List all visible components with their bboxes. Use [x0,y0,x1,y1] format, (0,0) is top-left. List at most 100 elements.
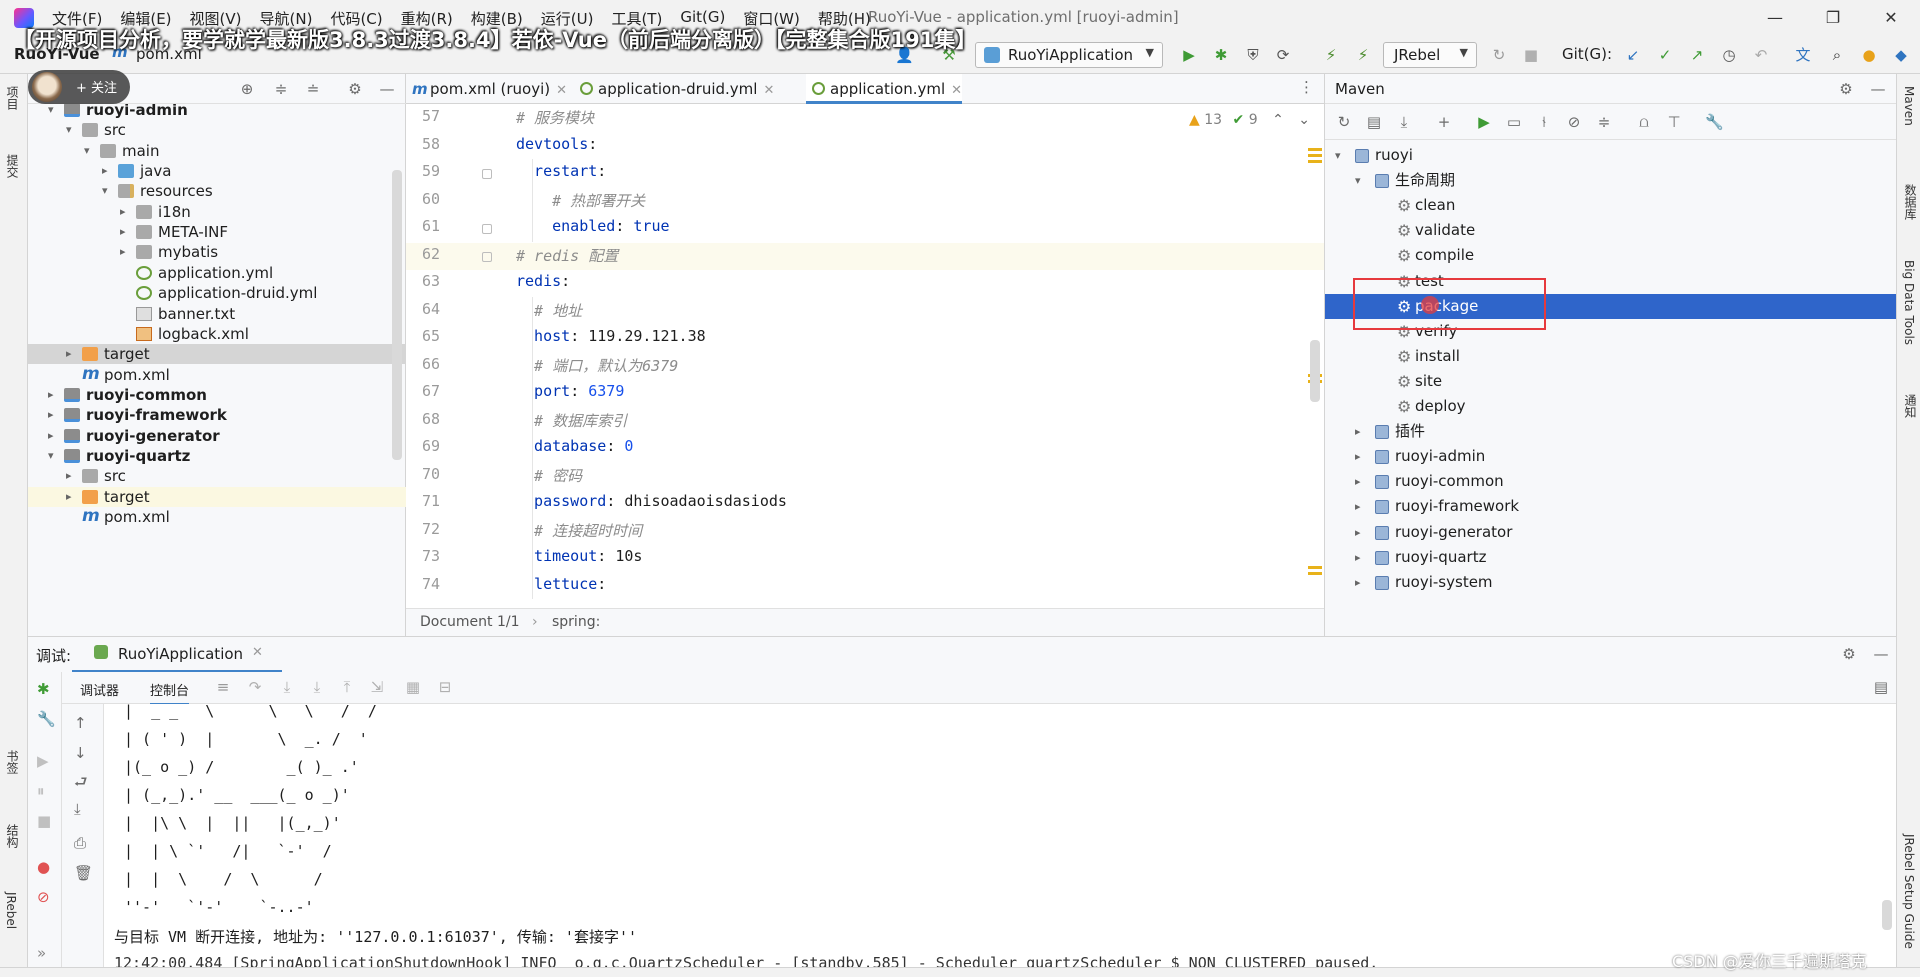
rollback-icon[interactable]: ↶ [1752,46,1770,64]
chevron-right-icon[interactable]: ▸ [120,242,126,262]
run-to-cursor-icon[interactable]: ⇲ [368,678,386,696]
chevron-right-icon[interactable]: ▸ [120,222,126,242]
warning-marker[interactable] [1308,154,1322,157]
jetbrains-toolbox-icon[interactable]: ◆ [1892,46,1910,64]
toggle-offline-icon[interactable]: ⫮ [1535,113,1553,131]
update-icon[interactable]: ● [1860,46,1878,64]
yaml-path[interactable]: spring: [552,614,600,630]
run-icon[interactable]: ▶ [1180,46,1198,64]
project-tree-item[interactable]: banner.txt [28,304,406,324]
settings-gear-icon[interactable]: ⚙ [346,80,364,98]
fold-marker-icon[interactable] [482,169,492,179]
force-step-into-icon[interactable]: ⤓ [308,678,326,696]
chevron-right-icon[interactable]: ▸ [1355,545,1361,570]
close-tab-icon[interactable]: ✕ [252,645,263,660]
project-tree-item[interactable]: m pom.xml [28,364,406,385]
wrench-icon[interactable]: 🔧 [1705,113,1724,131]
project-tree-item[interactable]: ▾ src [28,120,406,140]
project-tree-item[interactable]: ▸ ruoyi-framework [28,405,406,425]
code-line[interactable]: redis: [516,272,570,290]
trace-icon[interactable]: ⊟ [436,678,454,696]
project-tree-item[interactable]: ▸ mybatis [28,242,406,262]
jrebel-setup-guide-tab[interactable]: JRebel Setup Guide [1902,834,1916,949]
chevron-down-icon[interactable]: ▾ [84,141,90,161]
close-tab-icon[interactable]: ✕ [951,83,962,98]
chevron-right-icon[interactable]: ▸ [48,426,54,446]
settings-gear-icon[interactable]: ⚙ [1837,80,1855,98]
chevron-down-icon[interactable]: ▾ [66,120,72,140]
project-tree-item[interactable]: ▾ main [28,141,406,161]
code-area[interactable]: 57 # 服务模块 58 devtools: 59 restart: 60 # 热部署开关… [406,104,1324,608]
chevron-right-icon[interactable]: ▸ [48,405,54,425]
maven-tree-item[interactable]: ⚙ clean [1325,193,1897,218]
show-diagram-icon[interactable]: ⊤ [1665,113,1683,131]
coverage-icon[interactable]: ⛨ [1244,46,1262,64]
chevron-right-icon[interactable]: ▸ [1355,494,1361,519]
translate-icon[interactable]: 文 [1794,46,1812,64]
reload-icon[interactable]: ↻ [1335,113,1353,131]
chevron-right-icon[interactable]: ▸ [66,466,72,486]
code-line[interactable]: restart: [516,162,606,180]
project-tree-item[interactable]: ▾ ruoyi-quartz [28,446,406,466]
commit-tool-tab[interactable]: 提交 [4,154,21,178]
more-tabs-icon[interactable]: ⋮ [1299,78,1314,96]
hide-panel-icon[interactable]: — [378,80,396,98]
project-tree-item[interactable]: ▾ ruoyi-admin [28,104,406,120]
project-tree-item[interactable]: ▸ i18n [28,202,406,222]
expand-all-icon[interactable]: ≑ [272,80,290,98]
project-tree-item[interactable]: ▸ src [28,466,406,486]
add-icon[interactable]: + [1435,113,1453,131]
document-indicator[interactable]: Document 1/1 [420,614,520,630]
chevron-right-icon[interactable]: ▸ [66,487,72,507]
maven-tree-item[interactable]: ⚙ compile [1325,243,1897,268]
locate-icon[interactable]: ⊕ [238,80,256,98]
step-into-icon[interactable]: ⤓ [278,678,296,696]
print-icon[interactable]: ⎙ [74,834,86,852]
chevron-down-icon[interactable]: ▾ [48,446,54,466]
code-line[interactable]: lettuce: [516,575,606,593]
chevron-right-icon[interactable]: ▸ [66,344,72,364]
hide-panel-icon[interactable]: — [1869,80,1887,98]
run-configuration-select[interactable]: RuoYiApplication ▼ [975,42,1163,68]
warning-marker[interactable] [1308,160,1322,163]
git-push-icon[interactable]: ↗ [1688,46,1706,64]
maven-tree-item[interactable]: ▸ ruoyi-quartz [1325,545,1897,570]
profile-icon[interactable]: ⟳ [1274,46,1292,64]
history-icon[interactable]: ◷ [1720,46,1738,64]
stop-icon[interactable]: ■ [1522,46,1540,64]
minimize-button[interactable]: — [1746,0,1804,36]
menu-icon[interactable]: ≡ [214,678,232,696]
chevron-right-icon[interactable]: ▸ [1355,570,1361,595]
debug-session-tab[interactable]: RuoYiApplication [118,645,243,663]
code-line[interactable]: # redis 配置 [516,245,618,266]
maven-tree-item[interactable]: ▾ ruoyi [1325,143,1897,168]
code-line[interactable]: devtools: [516,135,597,153]
editor-tab[interactable]: application.yml ✕ [806,74,963,104]
project-tree-item[interactable]: ▸ META-INF [28,222,406,242]
project-scrollbar[interactable] [392,170,402,460]
dependencies-icon[interactable]: ⩍ [1635,113,1653,131]
collapse-icon[interactable]: ≑ [1595,113,1613,131]
fold-marker-icon[interactable] [482,251,492,262]
warning-marker[interactable] [1308,148,1322,151]
close-tab-icon[interactable]: ✕ [556,83,567,98]
chevron-right-icon[interactable]: ▸ [1355,444,1361,469]
debug-bug-icon[interactable]: ✱ [37,680,50,698]
maven-tool-tab[interactable]: Maven [1902,86,1916,126]
database-tool-tab[interactable]: 数据库 [1902,184,1919,220]
fold-marker-icon[interactable] [482,224,492,234]
search-icon[interactable]: ⌕ [1828,46,1846,64]
step-over-icon[interactable]: ↷ [246,678,264,696]
code-line[interactable]: # 密码 [516,465,582,486]
project-tree-item[interactable]: application.yml [28,263,406,283]
code-line[interactable]: # 热部署开关 [516,190,645,211]
chevron-up-icon[interactable]: ⌃ [1272,112,1284,128]
chevron-right-icon[interactable]: ▸ [1355,520,1361,545]
project-tree-item[interactable]: ▸ ruoyi-common [28,385,406,405]
evaluate-icon[interactable]: ▦ [404,678,422,696]
inspection-widget[interactable]: ▲ 13 ✔ 9 ⌃ ⌄ [1189,112,1310,128]
chevron-down-icon[interactable]: ▾ [1335,143,1341,168]
settings-gear-icon[interactable]: ⚙ [1840,645,1858,663]
arrow-up-icon[interactable]: ↑ [74,714,87,732]
mute-breakpoints-icon[interactable]: ⊘ [37,888,50,906]
